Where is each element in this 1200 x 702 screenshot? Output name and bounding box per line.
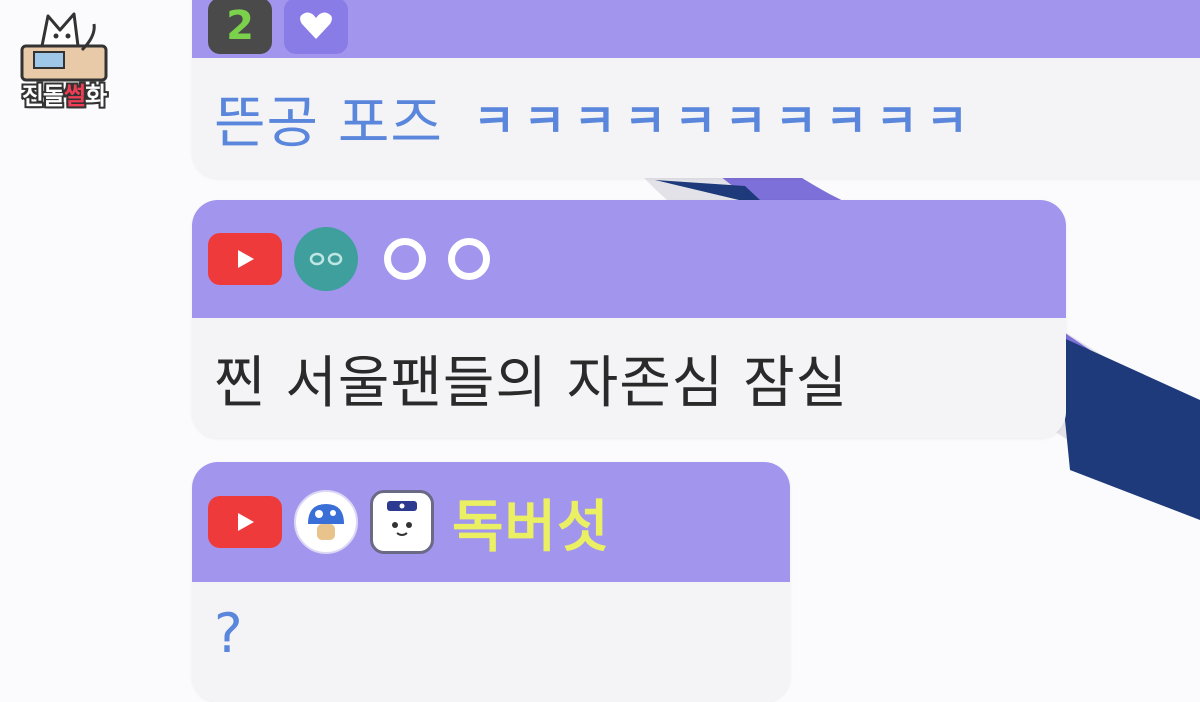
teal-eyes-avatar	[294, 227, 358, 291]
cat-avatar	[370, 490, 434, 554]
chat-message: 독버섯 ?	[192, 462, 790, 702]
chat-message-header: 2	[192, 0, 1200, 58]
chat-message-body: 뜬공 포즈 ㅋㅋㅋㅋㅋㅋㅋㅋㅋㅋ	[192, 58, 1200, 178]
cat-face-icon	[387, 501, 417, 536]
chat-message-body: ?	[192, 582, 790, 702]
ieung-glyph	[384, 238, 426, 280]
youtube-icon	[208, 233, 282, 285]
chat-message-header: ㅇㅇ	[192, 200, 1066, 318]
chat-message-body: 찐 서울팬들의 자존심 잠실	[192, 318, 1066, 438]
chat-username: ㅇㅇ	[384, 238, 512, 280]
heart-badge	[284, 0, 348, 54]
chat-message-text: 찐 서울팬들의 자존심 잠실	[214, 350, 849, 416]
cat-mascot-icon	[20, 12, 108, 82]
heart-icon	[300, 12, 332, 39]
mushroom-icon	[308, 504, 344, 540]
play-icon	[238, 513, 254, 531]
eyes-icon	[309, 252, 343, 266]
chat-message-text: 뜬공 포즈	[214, 90, 443, 156]
chat-username: 독버섯	[452, 494, 610, 560]
chat-message-laugh: ㅋㅋㅋㅋㅋㅋㅋㅋㅋㅋ	[472, 94, 977, 148]
play-icon	[238, 250, 254, 268]
number-badge: 2	[208, 0, 272, 54]
chat-message-text: ?	[214, 602, 244, 665]
channel-logo: 진돌썰화	[12, 6, 116, 110]
youtube-icon	[208, 496, 282, 548]
ieung-glyph	[448, 238, 490, 280]
channel-logo-text: 진돌썰화	[21, 82, 107, 110]
chat-message-header: 독버섯	[192, 462, 790, 582]
chat-message: 2 뜬공 포즈 ㅋㅋㅋㅋㅋㅋㅋㅋㅋㅋ	[192, 0, 1200, 178]
chat-message: ㅇㅇ 찐 서울팬들의 자존심 잠실	[192, 200, 1066, 438]
mushroom-avatar	[294, 490, 358, 554]
